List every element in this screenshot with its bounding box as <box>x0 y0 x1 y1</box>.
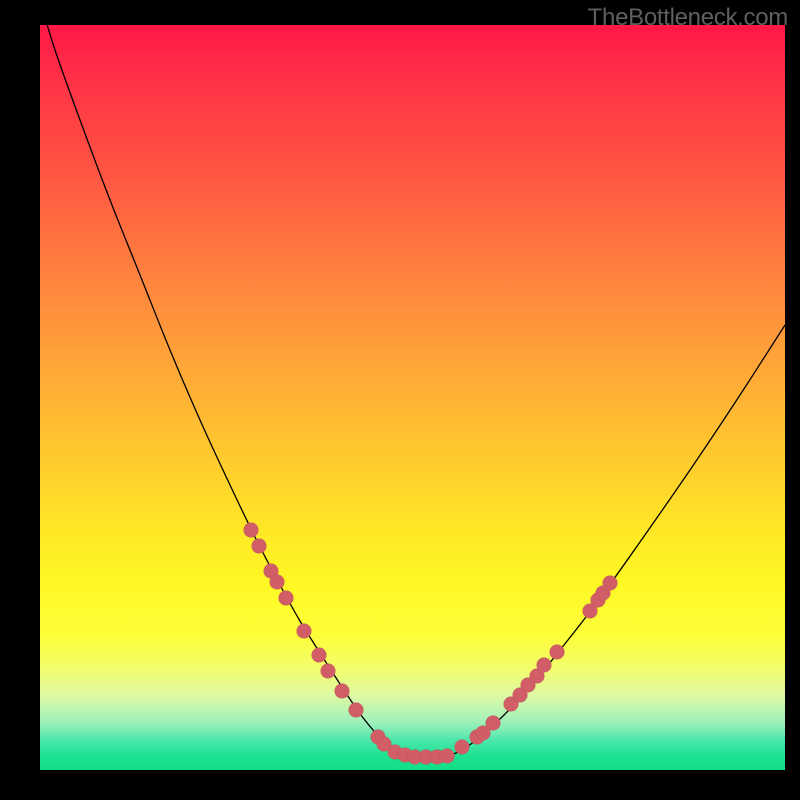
data-point <box>550 645 565 660</box>
data-point <box>486 716 501 731</box>
data-point <box>455 740 470 755</box>
data-point <box>312 648 327 663</box>
data-point <box>244 523 259 538</box>
data-point <box>440 749 455 764</box>
data-point <box>297 624 312 639</box>
data-point <box>252 539 267 554</box>
data-point <box>270 575 285 590</box>
data-point <box>321 664 336 679</box>
data-point <box>279 591 294 606</box>
watermark-text: TheBottleneck.com <box>588 4 788 32</box>
data-point <box>335 684 350 699</box>
data-point <box>349 703 364 718</box>
chart-plot-area <box>40 25 785 770</box>
chart-scatter <box>40 25 785 770</box>
data-point <box>537 658 552 673</box>
data-point <box>603 576 618 591</box>
